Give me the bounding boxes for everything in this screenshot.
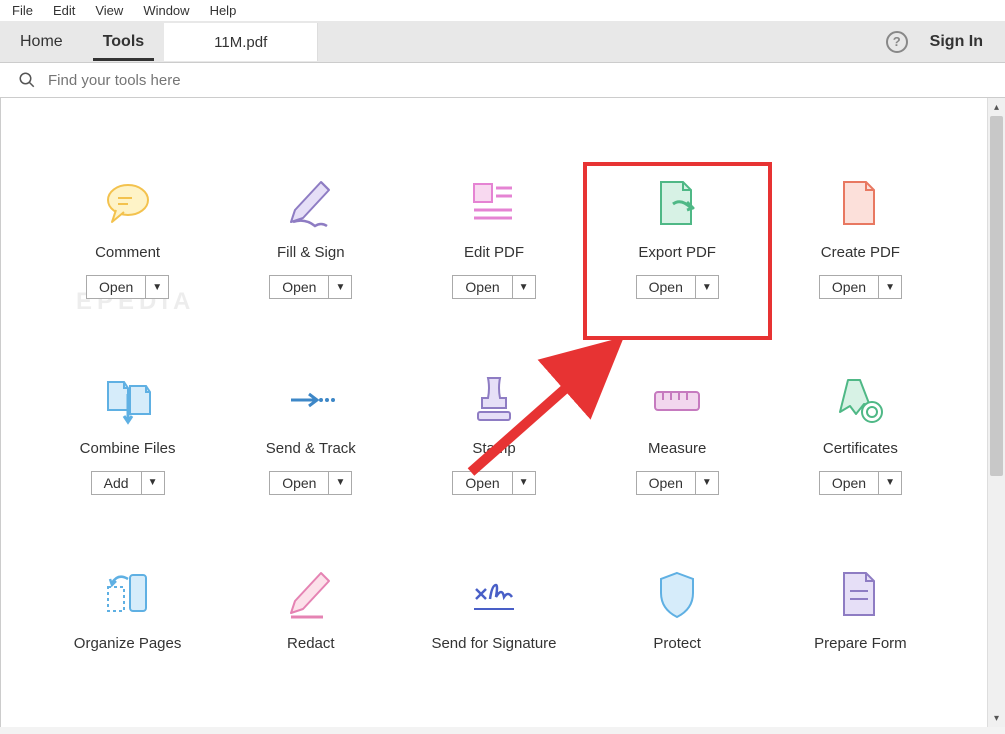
sign-in-link[interactable]: Sign In <box>930 33 983 51</box>
tab-document[interactable]: 11M.pdf <box>164 23 318 61</box>
dropdown-button[interactable]: ▼ <box>513 471 536 495</box>
tool-label: Prepare Form <box>814 635 907 652</box>
tool-send-signature[interactable]: Send for Signature <box>407 569 580 687</box>
combine-icon <box>102 374 154 426</box>
tool-stamp[interactable]: Stamp Open ▼ <box>407 374 580 530</box>
tool-label: Create PDF <box>821 244 900 261</box>
tool-label: Organize Pages <box>74 635 182 652</box>
menu-bar: File Edit View Window Help <box>0 0 1005 21</box>
menu-help[interactable]: Help <box>202 2 245 19</box>
tool-prepare-form[interactable]: Prepare Form <box>774 569 947 687</box>
dropdown-button[interactable]: ▼ <box>696 471 719 495</box>
tool-export-pdf[interactable]: Export PDF Open ▼ <box>591 178 764 334</box>
tool-create-pdf[interactable]: Create PDF Open ▼ <box>774 178 947 334</box>
tool-fill-sign[interactable]: Fill & Sign Open ▼ <box>224 178 397 334</box>
tool-label: Comment <box>95 244 160 261</box>
dropdown-button[interactable]: ▼ <box>879 275 902 299</box>
menu-view[interactable]: View <box>87 2 131 19</box>
tool-label: Edit PDF <box>464 244 524 261</box>
dropdown-button[interactable]: ▼ <box>142 471 165 495</box>
add-button[interactable]: Add <box>91 471 142 495</box>
menu-file[interactable]: File <box>4 2 41 19</box>
send-icon <box>285 374 337 426</box>
open-button[interactable]: Open <box>452 471 512 495</box>
tool-button: Open ▼ <box>452 275 535 299</box>
dropdown-button[interactable]: ▼ <box>513 275 536 299</box>
tab-bar: Home Tools 11M.pdf ? Sign In <box>0 21 1005 63</box>
help-icon[interactable]: ? <box>886 31 908 53</box>
tool-label: Redact <box>287 635 335 652</box>
signature-icon <box>468 569 520 621</box>
tool-label: Certificates <box>823 440 898 457</box>
scroll-down-button[interactable]: ▾ <box>988 709 1005 727</box>
tool-label: Measure <box>648 440 706 457</box>
open-button[interactable]: Open <box>86 275 146 299</box>
tool-label: Fill & Sign <box>277 244 345 261</box>
tool-button: Open ▼ <box>269 275 352 299</box>
dropdown-button[interactable]: ▼ <box>329 275 352 299</box>
form-icon <box>834 569 886 621</box>
certificate-icon <box>834 374 886 426</box>
tool-certificates[interactable]: Certificates Open ▼ <box>774 374 947 530</box>
open-button[interactable]: Open <box>269 471 329 495</box>
tool-comment[interactable]: Comment Open ▼ <box>41 178 214 334</box>
tool-organize-pages[interactable]: Organize Pages <box>41 569 214 687</box>
stamp-icon <box>468 374 520 426</box>
scrollbar[interactable]: ▴ ▾ <box>987 98 1005 727</box>
tool-grid: Comment Open ▼ Fill & Sign Open ▼ Edit P… <box>1 98 987 727</box>
organize-icon <box>102 569 154 621</box>
open-button[interactable]: Open <box>636 471 696 495</box>
tool-measure[interactable]: Measure Open ▼ <box>591 374 764 530</box>
tool-button: Open ▼ <box>819 275 902 299</box>
redact-icon <box>285 569 337 621</box>
tool-label: Send & Track <box>266 440 356 457</box>
search-icon <box>18 71 36 89</box>
tool-edit-pdf[interactable]: Edit PDF Open ▼ <box>407 178 580 334</box>
tool-combine-files[interactable]: Combine Files Add ▼ <box>41 374 214 530</box>
tool-button: Add ▼ <box>91 471 165 495</box>
tool-button: Open ▼ <box>86 275 169 299</box>
tool-protect[interactable]: Protect <box>591 569 764 687</box>
tool-button: Open ▼ <box>452 471 535 495</box>
search-bar <box>0 63 1005 98</box>
create-icon <box>834 178 886 230</box>
tool-button: Open ▼ <box>819 471 902 495</box>
tool-label: Send for Signature <box>431 635 556 652</box>
ruler-icon <box>651 374 703 426</box>
tab-tools[interactable]: Tools <box>83 22 164 61</box>
pen-icon <box>285 178 337 230</box>
tab-home[interactable]: Home <box>0 22 83 61</box>
dropdown-button[interactable]: ▼ <box>146 275 169 299</box>
open-button[interactable]: Open <box>819 275 879 299</box>
search-input[interactable] <box>48 72 987 89</box>
dropdown-button[interactable]: ▼ <box>879 471 902 495</box>
tool-label: Stamp <box>472 440 515 457</box>
tool-button: Open ▼ <box>269 471 352 495</box>
scroll-thumb[interactable] <box>990 116 1003 476</box>
dropdown-button[interactable]: ▼ <box>329 471 352 495</box>
shield-icon <box>651 569 703 621</box>
tool-redact[interactable]: Redact <box>224 569 397 687</box>
edit-icon <box>468 178 520 230</box>
annotation-highlight-box <box>583 162 772 340</box>
open-button[interactable]: Open <box>819 471 879 495</box>
menu-window[interactable]: Window <box>135 2 197 19</box>
menu-edit[interactable]: Edit <box>45 2 83 19</box>
main-area: EPEDIA Comment Open ▼ Fill & Sign Open ▼ <box>0 98 1005 727</box>
tool-button: Open ▼ <box>636 471 719 495</box>
tool-send-track[interactable]: Send & Track Open ▼ <box>224 374 397 530</box>
scroll-up-button[interactable]: ▴ <box>988 98 1005 116</box>
comment-icon <box>102 178 154 230</box>
tool-label: Protect <box>653 635 701 652</box>
open-button[interactable]: Open <box>452 275 512 299</box>
tool-label: Combine Files <box>80 440 176 457</box>
open-button[interactable]: Open <box>269 275 329 299</box>
